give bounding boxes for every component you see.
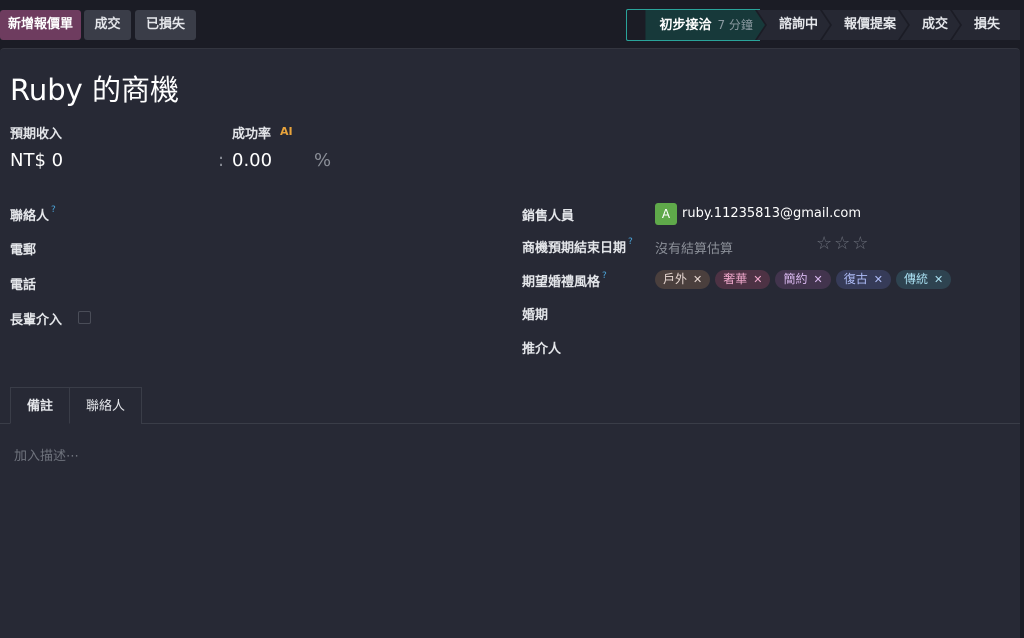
tag-label: 傳統	[903, 272, 928, 286]
description-input[interactable]: 加入描述⋯	[14, 445, 79, 464]
tag-label: 復古	[843, 272, 868, 286]
expected-revenue-field[interactable]: NT$ 0	[10, 150, 63, 171]
tab-contacts[interactable]: 聯絡人	[70, 387, 143, 424]
remove-tag-icon[interactable]: ✕	[753, 270, 762, 289]
stage-consulting[interactable]: 諮詢中	[757, 10, 830, 40]
style-tag: 奢華 ✕	[715, 270, 771, 289]
help-icon[interactable]: ?	[51, 205, 56, 215]
expected-revenue-label: 預期收入	[10, 127, 63, 142]
deadline-label: 商機預期結束日期?	[522, 237, 633, 256]
salesperson-label: 銷售人員	[522, 209, 575, 224]
remove-tag-icon[interactable]: ✕	[934, 270, 943, 289]
phone-label: 電話	[10, 278, 37, 293]
help-icon[interactable]: ?	[602, 271, 607, 281]
avatar: A	[655, 203, 677, 225]
wedding-style-label: 期望婚禮風格?	[522, 271, 607, 290]
style-tag: 戶外 ✕	[655, 270, 711, 289]
salesperson-field[interactable]: ruby.11235813@gmail.com	[682, 206, 861, 221]
probability-separator: :	[218, 150, 225, 171]
remove-tag-icon[interactable]: ✕	[874, 270, 883, 289]
probability-label: 成功率	[232, 127, 272, 142]
form-sheet: Ruby 的商機 預期收入 NT$ 0 成功率 AI : 0.00 % 聯絡人?…	[0, 48, 1020, 638]
style-tag: 簡約 ✕	[775, 270, 831, 289]
stage-duration: 7 分鐘	[717, 18, 753, 32]
remove-tag-icon[interactable]: ✕	[813, 270, 822, 289]
tag-label: 奢華	[723, 272, 748, 286]
stage-label: 報價提案	[843, 17, 896, 32]
tab-notes[interactable]: 備註	[10, 387, 71, 424]
star-icon[interactable]: ☆	[816, 234, 832, 254]
help-icon[interactable]: ?	[628, 237, 633, 247]
star-icon[interactable]: ☆	[852, 234, 868, 254]
elder-involvement-checkbox[interactable]	[78, 311, 91, 324]
star-icon[interactable]: ☆	[834, 234, 850, 254]
referrer-label: 推介人	[522, 342, 562, 357]
tag-label: 簡約	[783, 272, 808, 286]
contact-label: 聯絡人?	[10, 205, 56, 224]
stage-won[interactable]: 成交	[900, 10, 960, 40]
priority-stars: ☆ ☆ ☆	[816, 234, 868, 254]
new-quotation-button[interactable]: 新增報價單	[0, 10, 81, 40]
remove-tag-icon[interactable]: ✕	[693, 270, 702, 289]
stage-label: 諮詢中	[778, 17, 818, 32]
stage-proposal[interactable]: 報價提案	[822, 10, 908, 40]
stage-lost[interactable]: 損失	[951, 10, 1020, 40]
control-panel: 新增報價單 成交 已損失 初步接洽 7 分鐘 諮詢中 報價提案 成交 損失	[0, 0, 1024, 48]
opportunity-title[interactable]: Ruby 的商機	[10, 67, 179, 109]
style-tag: 復古 ✕	[835, 270, 891, 289]
notebook-tabs: 備註 聯絡人	[10, 387, 143, 424]
stage-pipeline: 初步接洽 7 分鐘 諮詢中 報價提案 成交 損失	[645, 10, 1020, 40]
tab-divider	[0, 423, 1020, 424]
mark-lost-button[interactable]: 已損失	[135, 10, 196, 40]
stage-label: 損失	[973, 17, 1000, 32]
stage-initial-contact[interactable]: 初步接洽 7 分鐘	[645, 10, 764, 40]
wedding-date-label: 婚期	[522, 308, 549, 323]
percent-sign: %	[314, 150, 332, 171]
stage-label: 成交	[921, 17, 948, 32]
ai-icon[interactable]: AI	[280, 125, 293, 138]
probability-field[interactable]: 0.00	[232, 150, 272, 171]
email-label: 電郵	[10, 243, 37, 258]
tag-label: 戶外	[663, 272, 688, 286]
deadline-field[interactable]: 沒有結算估算	[655, 238, 733, 257]
style-tag: 傳統 ✕	[895, 270, 952, 289]
elder-involvement-label: 長輩介入	[10, 313, 63, 328]
stage-label: 初步接洽	[659, 18, 712, 33]
wedding-style-tags[interactable]: 戶外 ✕ 奢華 ✕ 簡約 ✕ 復古 ✕ 傳統 ✕	[655, 270, 952, 289]
mark-won-button[interactable]: 成交	[84, 10, 131, 40]
